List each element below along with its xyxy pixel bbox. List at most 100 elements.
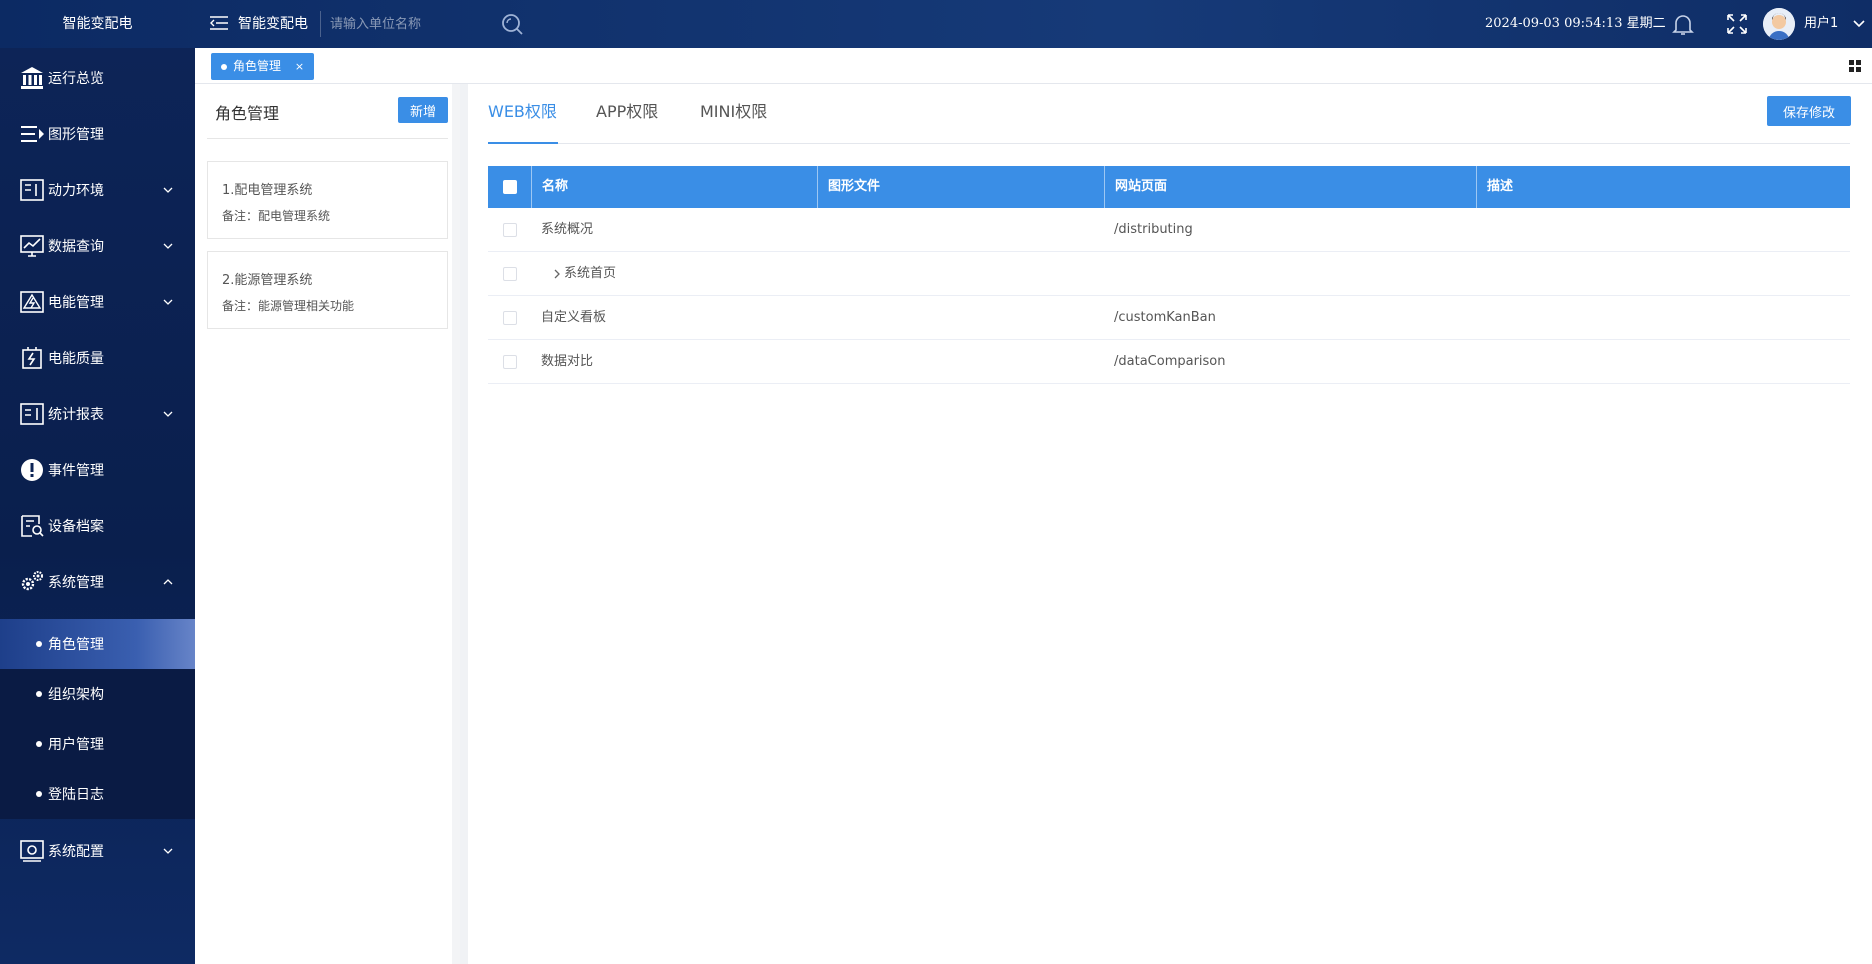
report-icon [20, 403, 44, 425]
gears-icon [21, 571, 43, 591]
battery-bolt-icon [22, 347, 42, 369]
tab-web-permissions[interactable]: WEB权限 [488, 98, 557, 122]
sidebar-item-label: 系统配置 [48, 844, 104, 860]
cell-description [1476, 252, 1486, 296]
role-card[interactable]: 2.能源管理系统 备注：能源管理相关功能 [207, 251, 448, 329]
bullet-icon [36, 641, 42, 647]
sidebar-item-label: 图形管理 [48, 127, 104, 143]
add-role-button[interactable]: 新增 [398, 97, 448, 123]
sidebar-item-label: 电能管理 [48, 295, 104, 311]
top-bar: 智能变配电 智能变配电 2024-09-03 09:54:13 星期二 用户1 [0, 0, 1872, 48]
sub-item-role-management[interactable]: 角色管理 [0, 619, 195, 669]
column-header-name: 名称 [531, 166, 817, 208]
screen-config-icon [20, 840, 44, 862]
table-row: 系统概况 /distributing [488, 208, 1850, 252]
cell-graphic-file [817, 208, 827, 252]
avatar[interactable] [1763, 8, 1795, 40]
monitor-chart-icon [20, 235, 44, 257]
chevron-down-icon [163, 411, 173, 417]
cell-page: /customKanBan [1114, 310, 1216, 325]
page-tab-label: 角色管理 [233, 59, 282, 73]
table-row: 数据对比 /dataComparison [488, 340, 1850, 384]
sidebar-item-device-archive[interactable]: 设备档案 [0, 498, 195, 554]
sidebar-item-label: 系统管理 [48, 575, 104, 591]
sidebar-item-label: 电能质量 [48, 351, 104, 367]
sidebar-item-events[interactable]: 事件管理 [0, 442, 195, 498]
chevron-down-icon [163, 243, 173, 249]
username[interactable]: 用户1 [1804, 0, 1838, 48]
sidebar-item-system-management[interactable]: 系统管理 [0, 554, 195, 610]
sidebar-item-system-config[interactable]: 系统配置 [0, 823, 195, 879]
chevron-down-icon [163, 848, 173, 854]
sidebar-item-power-quality[interactable]: 电能质量 [0, 330, 195, 386]
sidebar-item-label: 运行总览 [48, 71, 104, 87]
sidebar-item-graphics[interactable]: 图形管理 [0, 106, 195, 162]
cell-description [1476, 340, 1486, 384]
sidebar-item-energy[interactable]: 电能管理 [0, 274, 195, 330]
row-checkbox[interactable] [503, 311, 517, 325]
chevron-down-icon [163, 187, 173, 193]
bullet-icon [36, 691, 42, 697]
role-name: 1.配电管理系统 [222, 183, 313, 198]
roles-panel-title: 角色管理 [215, 104, 280, 123]
sidebar-item-label: 动力环境 [48, 183, 104, 199]
table-header: 名称 图形文件 网站页面 描述 [488, 166, 1850, 208]
tab-app-permissions[interactable]: APP权限 [596, 98, 658, 122]
sidebar-item-label: 统计报表 [48, 407, 104, 423]
sub-item-label: 组织架构 [48, 687, 104, 703]
sub-item-label: 角色管理 [48, 637, 104, 653]
current-datetime: 2024-09-03 09:54:13 星期二 [1485, 16, 1666, 31]
sub-item-login-log[interactable]: 登陆日志 [0, 769, 195, 819]
close-icon[interactable]: × [295, 60, 304, 73]
sidebar-item-overview[interactable]: 运行总览 [0, 50, 195, 106]
divider [320, 11, 321, 37]
sub-item-organization[interactable]: 组织架构 [0, 669, 195, 719]
system-management-submenu: 角色管理 组织架构 用户管理 登陆日志 [0, 619, 195, 819]
page-tab-strip: 角色管理 × [195, 48, 1872, 84]
role-name: 2.能源管理系统 [222, 273, 313, 288]
row-checkbox[interactable] [503, 223, 517, 237]
cell-name: 自定义看板 [541, 310, 607, 325]
active-dot-icon [221, 64, 227, 70]
column-header-description: 描述 [1476, 166, 1850, 208]
chevron-down-icon[interactable] [1852, 18, 1866, 30]
sub-item-user-management[interactable]: 用户管理 [0, 719, 195, 769]
brand-name: 智能变配电 [62, 16, 133, 32]
sidebar-item-reports[interactable]: 统计报表 [0, 386, 195, 442]
sub-item-label: 登陆日志 [48, 787, 104, 803]
grid-menu-icon[interactable] [1849, 60, 1861, 72]
page-tab-role-management[interactable]: 角色管理 × [211, 53, 315, 80]
unit-search-input[interactable] [330, 10, 490, 38]
cell-graphic-file [817, 340, 827, 384]
tab-mini-permissions[interactable]: MINI权限 [700, 98, 767, 122]
row-checkbox[interactable] [503, 267, 517, 281]
list-arrow-icon [21, 126, 44, 142]
table-row: 系统首页 [488, 252, 1850, 296]
divider [207, 138, 448, 139]
cell-graphic-file [817, 296, 827, 340]
role-note: 备注：能源管理相关功能 [222, 299, 355, 313]
role-note: 备注：配电管理系统 [222, 209, 331, 223]
bell-icon[interactable] [1670, 11, 1696, 37]
save-changes-button[interactable]: 保存修改 [1767, 96, 1851, 126]
permissions-table: 名称 图形文件 网站页面 描述 系统概况 /distributing 系统首页 … [488, 166, 1850, 384]
cell-page [1104, 252, 1114, 296]
role-card[interactable]: 1.配电管理系统 备注：配电管理系统 [207, 161, 448, 239]
system-title: 智能变配电 [238, 16, 308, 32]
fullscreen-icon[interactable] [1725, 12, 1749, 36]
sidebar-item-power-env[interactable]: 动力环境 [0, 162, 195, 218]
permissions-panel: WEB权限 APP权限 MINI权限 保存修改 名称 图形文件 网站页面 描述 … [468, 84, 1872, 964]
cell-name: 系统首页 [564, 266, 617, 281]
table-row: 自定义看板 /customKanBan [488, 296, 1850, 340]
cell-graphic-file [817, 252, 827, 296]
row-checkbox[interactable] [503, 355, 517, 369]
menu-toggle-icon[interactable] [210, 15, 228, 31]
user-avatar-icon [1763, 8, 1795, 40]
column-header-graphic-file: 图形文件 [817, 166, 1104, 208]
sidebar-item-label: 数据查询 [48, 239, 104, 255]
cell-name: 系统概况 [541, 222, 594, 237]
sidebar-item-data-query[interactable]: 数据查询 [0, 218, 195, 274]
cell-page: /distributing [1114, 222, 1193, 237]
search-icon[interactable] [500, 12, 524, 36]
select-all-checkbox[interactable] [503, 180, 517, 194]
